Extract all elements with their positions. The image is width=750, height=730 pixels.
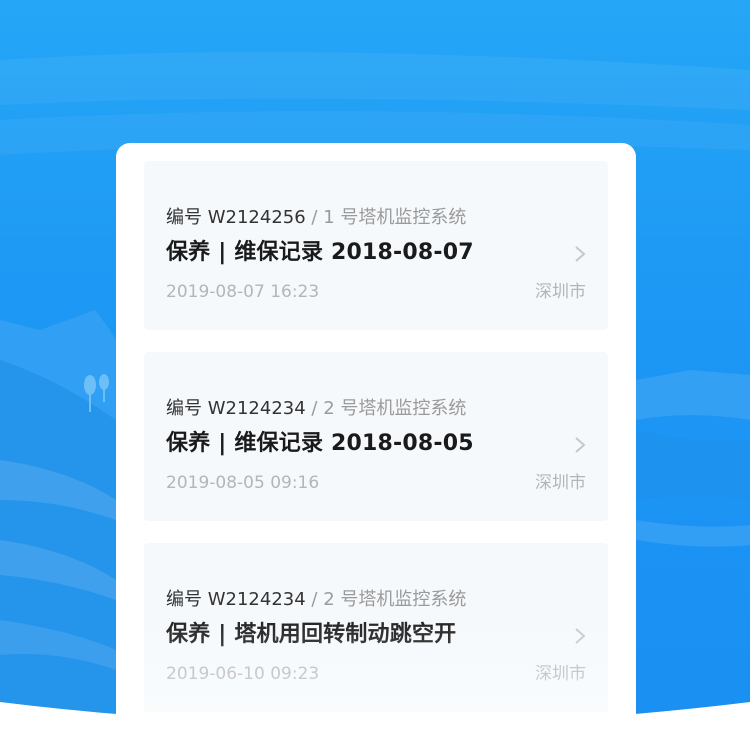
record-separator: / xyxy=(311,589,318,610)
record-separator: / xyxy=(311,398,318,419)
record-time: 2019-08-07 16:23 xyxy=(166,282,320,302)
record-code-number: 编号 W2124234 xyxy=(166,589,306,610)
record-device: 2 号塔机监控系统 xyxy=(323,589,467,610)
chevron-right-icon[interactable] xyxy=(572,626,588,646)
record-title: 保养 | 维保记录 2018-08-05 xyxy=(166,431,474,456)
chevron-right-icon[interactable] xyxy=(572,435,588,455)
record-separator: / xyxy=(311,207,318,228)
records-panel: 编号 W2124256 / 1 号塔机监控系统 保养 | 维保记录 2018-0… xyxy=(116,143,636,730)
record-card[interactable]: 编号 W2124234 / 2 号塔机监控系统 保养 | 维保记录 2018-0… xyxy=(144,352,608,521)
record-time: 2019-08-05 09:16 xyxy=(166,473,320,493)
record-device: 2 号塔机监控系统 xyxy=(323,398,467,419)
record-card[interactable]: 编号 W2124256 / 1 号塔机监控系统 保养 | 维保记录 2018-0… xyxy=(144,161,608,330)
record-device: 1 号塔机监控系统 xyxy=(323,207,467,228)
record-time: 2019-06-10 09:23 xyxy=(166,664,320,684)
record-code-number: 编号 W2124234 xyxy=(166,398,306,419)
record-code: 编号 W2124256 / 1 号塔机监控系统 xyxy=(166,207,466,229)
record-city: 深圳市 xyxy=(535,282,586,302)
record-code: 编号 W2124234 / 2 号塔机监控系统 xyxy=(166,398,466,420)
record-card[interactable]: 编号 W2124234 / 2 号塔机监控系统 保养 | 塔机用回转制动跳空开 … xyxy=(144,543,608,712)
record-city: 深圳市 xyxy=(535,664,586,684)
record-title: 保养 | 维保记录 2018-08-07 xyxy=(166,240,474,265)
record-code: 编号 W2124234 / 2 号塔机监控系统 xyxy=(166,589,466,611)
record-code-number: 编号 W2124256 xyxy=(166,207,306,228)
chevron-right-icon[interactable] xyxy=(572,244,588,264)
record-title: 保养 | 塔机用回转制动跳空开 xyxy=(166,622,457,647)
record-city: 深圳市 xyxy=(535,473,586,493)
